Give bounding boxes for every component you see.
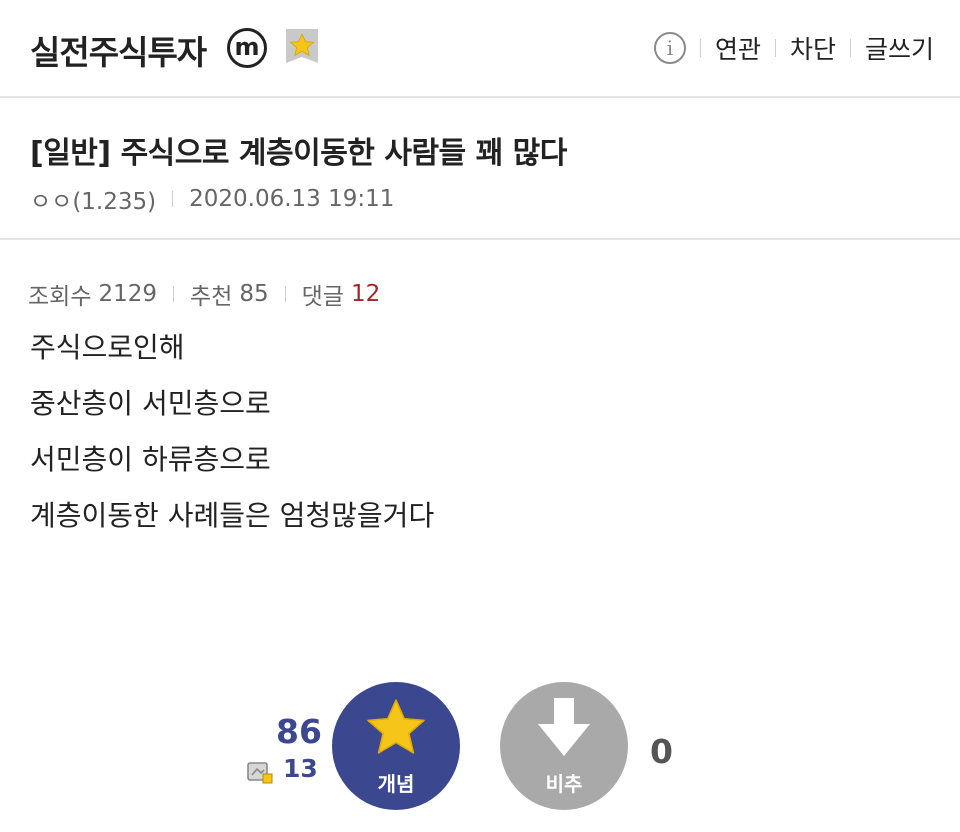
downvote-button[interactable]: 비추 <box>500 682 628 810</box>
downvote-count: 0 <box>650 732 673 771</box>
divider <box>849 39 851 57</box>
post-header: [일반] 주식으로 계층이동한 사람들 꽤 많다 ㅇㅇ(1.235) 2020.… <box>0 98 960 240</box>
minor-gallery-badge: m <box>227 28 267 68</box>
body-line: 계층이동한 사례들은 엄청많을거다 <box>30 499 435 532</box>
post-datetime: 2020.06.13 19:11 <box>189 186 395 212</box>
header-actions: i 연관 차단 글쓰기 <box>653 30 934 66</box>
post-body: 주식으로인해 중산층이 서민층으로 서민층이 하류층으로 계층이동한 사례들은 … <box>30 327 434 551</box>
upvote-label: 개념 <box>377 772 415 796</box>
fixed-user-icon <box>247 762 273 784</box>
arrow-down-icon <box>538 698 590 756</box>
downvote-label: 비추 <box>545 772 583 796</box>
divider <box>774 39 776 57</box>
body-line: 서민층이 하류층으로 <box>30 443 271 476</box>
fixed-upvote-count: 13 <box>283 754 318 783</box>
comments-label[interactable]: 댓글 <box>302 277 344 311</box>
gallery-title[interactable]: 실전주식투자 <box>30 26 207 74</box>
gallery-header: 실전주식투자 m i 연관 차단 글쓰기 <box>0 0 960 98</box>
recommend-label: 추천 <box>190 284 233 310</box>
body-line: 중산층이 서민층으로 <box>30 387 271 420</box>
star-badge-icon[interactable] <box>283 27 321 65</box>
divider <box>284 286 286 302</box>
views-count: 2129 <box>98 281 158 307</box>
star-icon <box>367 699 425 754</box>
post-title: [일반] 주식으로 계층이동한 사람들 꽤 많다 <box>30 136 567 171</box>
post-stats: 조회수 2129 추천 85 댓글 12 <box>28 277 380 311</box>
views-label: 조회수 <box>28 284 92 310</box>
info-icon[interactable]: i <box>653 32 686 64</box>
upvote-button[interactable]: 개념 <box>332 682 460 810</box>
divider <box>173 286 175 302</box>
divider <box>172 191 174 207</box>
upvote-count: 86 <box>276 712 322 751</box>
post-meta: ㅇㅇ(1.235) 2020.06.13 19:11 <box>30 182 394 216</box>
body-line: 주식으로인해 <box>30 331 185 364</box>
divider <box>699 39 701 57</box>
comments-count[interactable]: 12 <box>351 281 380 307</box>
author-name[interactable]: ㅇㅇ(1.235) <box>30 182 156 216</box>
related-link[interactable]: 연관 <box>715 30 761 66</box>
block-link[interactable]: 차단 <box>790 30 836 66</box>
recommend-count: 85 <box>239 281 269 307</box>
write-link[interactable]: 글쓰기 <box>865 30 934 66</box>
